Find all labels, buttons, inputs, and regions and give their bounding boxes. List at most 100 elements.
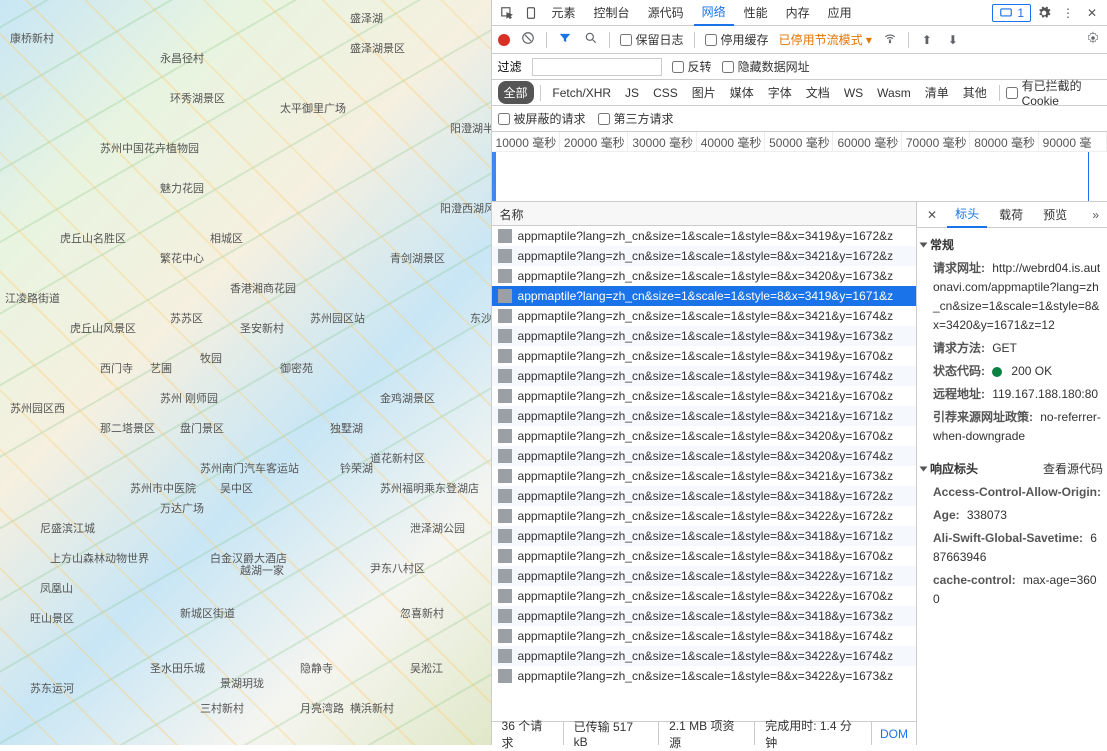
type-doc[interactable]: 文档 <box>800 81 836 104</box>
messages-badge[interactable]: 1 <box>992 4 1031 22</box>
map-label: 虎丘山风景区 <box>70 320 136 336</box>
file-icon <box>498 249 512 263</box>
upload-icon[interactable]: ⬆ <box>919 33 935 47</box>
request-row[interactable]: appmaptile?lang=zh_cn&size=1&scale=1&sty… <box>492 546 916 566</box>
request-name: appmaptile?lang=zh_cn&size=1&scale=1&sty… <box>518 449 894 463</box>
section-response-headers[interactable]: 响应标头查看源代码 <box>921 456 1103 481</box>
type-img[interactable]: 图片 <box>686 81 722 104</box>
clear-icon[interactable] <box>520 31 536 48</box>
type-manifest[interactable]: 清单 <box>919 81 955 104</box>
request-row[interactable]: appmaptile?lang=zh_cn&size=1&scale=1&sty… <box>492 486 916 506</box>
device-icon[interactable] <box>520 2 542 24</box>
request-row[interactable]: appmaptile?lang=zh_cn&size=1&scale=1&sty… <box>492 246 916 266</box>
filter-input[interactable] <box>532 58 662 76</box>
request-row[interactable]: appmaptile?lang=zh_cn&size=1&scale=1&sty… <box>492 386 916 406</box>
more-tabs-icon[interactable]: » <box>1088 208 1103 222</box>
close-detail-icon[interactable]: ✕ <box>921 208 943 222</box>
type-media[interactable]: 媒体 <box>724 81 760 104</box>
tab-payload[interactable]: 载荷 <box>991 202 1031 227</box>
request-name: appmaptile?lang=zh_cn&size=1&scale=1&sty… <box>518 329 894 343</box>
request-row[interactable]: appmaptile?lang=zh_cn&size=1&scale=1&sty… <box>492 466 916 486</box>
request-row[interactable]: appmaptile?lang=zh_cn&size=1&scale=1&sty… <box>492 666 916 686</box>
map-label: 阳澄西湖风景区 <box>440 200 491 216</box>
view-source-link[interactable]: 查看源代码 <box>1043 460 1103 477</box>
file-icon <box>498 629 512 643</box>
throttle-select[interactable]: 已停用节流模式 ▾ <box>779 31 872 48</box>
preserve-log-checkbox[interactable]: 保留日志 <box>620 31 684 48</box>
timeline-tick: 40000 毫秒 <box>697 132 765 151</box>
tab-network[interactable]: 网络 <box>694 0 734 26</box>
request-row[interactable]: appmaptile?lang=zh_cn&size=1&scale=1&sty… <box>492 406 916 426</box>
request-name: appmaptile?lang=zh_cn&size=1&scale=1&sty… <box>518 249 894 263</box>
request-row[interactable]: appmaptile?lang=zh_cn&size=1&scale=1&sty… <box>492 366 916 386</box>
invert-checkbox[interactable]: 反转 <box>672 58 712 75</box>
file-icon <box>498 609 512 623</box>
type-font[interactable]: 字体 <box>762 81 798 104</box>
file-icon <box>498 529 512 543</box>
tab-headers[interactable]: 标头 <box>947 201 987 228</box>
request-row[interactable]: appmaptile?lang=zh_cn&size=1&scale=1&sty… <box>492 646 916 666</box>
section-general[interactable]: 常规 <box>921 232 1103 257</box>
tab-preview[interactable]: 预览 <box>1035 202 1075 227</box>
filter-icon[interactable] <box>557 31 573 48</box>
settings-icon[interactable] <box>1085 31 1101 48</box>
disable-cache-checkbox[interactable]: 停用缓存 <box>705 31 769 48</box>
blocked-requests-checkbox[interactable]: 被屏蔽的请求 <box>498 110 586 127</box>
request-row[interactable]: appmaptile?lang=zh_cn&size=1&scale=1&sty… <box>492 286 916 306</box>
type-js[interactable]: JS <box>619 83 645 103</box>
request-row[interactable]: appmaptile?lang=zh_cn&size=1&scale=1&sty… <box>492 446 916 466</box>
tab-application[interactable]: 应用 <box>820 0 860 25</box>
timeline[interactable]: 10000 毫秒20000 毫秒30000 毫秒40000 毫秒50000 毫秒… <box>492 132 1107 202</box>
request-row[interactable]: appmaptile?lang=zh_cn&size=1&scale=1&sty… <box>492 426 916 446</box>
map-label: 江凌路街道 <box>5 290 60 306</box>
kebab-icon[interactable]: ⋮ <box>1057 2 1079 24</box>
blocked-cookie-checkbox[interactable]: 有已拦截的 Cookie <box>1006 77 1101 108</box>
third-party-checkbox[interactable]: 第三方请求 <box>598 110 674 127</box>
tab-elements[interactable]: 元素 <box>544 0 584 25</box>
column-name[interactable]: 名称 <box>492 202 916 226</box>
request-row[interactable]: appmaptile?lang=zh_cn&size=1&scale=1&sty… <box>492 346 916 366</box>
map-label: 盘门景区 <box>180 420 224 436</box>
request-row[interactable]: appmaptile?lang=zh_cn&size=1&scale=1&sty… <box>492 226 916 246</box>
type-css[interactable]: CSS <box>647 83 684 103</box>
type-other[interactable]: 其他 <box>957 81 993 104</box>
type-ws[interactable]: WS <box>838 83 869 103</box>
file-icon <box>498 409 512 423</box>
inspect-icon[interactable] <box>496 2 518 24</box>
map-label: 三村新村 <box>200 700 244 716</box>
status-dot-icon <box>992 367 1002 377</box>
map-label: 圣水田乐城 <box>150 660 205 676</box>
type-wasm[interactable]: Wasm <box>871 83 917 103</box>
download-icon[interactable]: ⬇ <box>945 33 961 47</box>
type-fetch[interactable]: Fetch/XHR <box>546 83 617 103</box>
request-row[interactable]: appmaptile?lang=zh_cn&size=1&scale=1&sty… <box>492 506 916 526</box>
divider <box>999 85 1000 101</box>
type-all[interactable]: 全部 <box>498 81 534 104</box>
request-row[interactable]: appmaptile?lang=zh_cn&size=1&scale=1&sty… <box>492 626 916 646</box>
hide-dataurl-checkbox[interactable]: 隐藏数据网址 <box>722 58 810 75</box>
tab-performance[interactable]: 性能 <box>736 0 776 25</box>
request-row[interactable]: appmaptile?lang=zh_cn&size=1&scale=1&sty… <box>492 326 916 346</box>
map-label: 越湖一家 <box>240 562 284 578</box>
wifi-icon[interactable] <box>882 31 898 48</box>
file-icon <box>498 469 512 483</box>
file-icon <box>498 329 512 343</box>
tab-memory[interactable]: 内存 <box>778 0 818 25</box>
general-referrer: 引荐来源网址政策: no-referrer-when-downgrade <box>921 406 1103 448</box>
timeline-tick: 20000 毫秒 <box>560 132 628 151</box>
request-row[interactable]: appmaptile?lang=zh_cn&size=1&scale=1&sty… <box>492 586 916 606</box>
request-row[interactable]: appmaptile?lang=zh_cn&size=1&scale=1&sty… <box>492 306 916 326</box>
request-name: appmaptile?lang=zh_cn&size=1&scale=1&sty… <box>518 409 894 423</box>
tab-console[interactable]: 控制台 <box>586 0 638 25</box>
request-row[interactable]: appmaptile?lang=zh_cn&size=1&scale=1&sty… <box>492 266 916 286</box>
close-icon[interactable]: ✕ <box>1081 2 1103 24</box>
map-canvas[interactable]: 康桥新村盛泽湖永昌径村盛泽湖景区环秀湖景区太平御里广场苏州中国花卉植物园阳澄湖半… <box>0 0 491 745</box>
search-icon[interactable] <box>583 31 599 48</box>
gear-icon[interactable] <box>1033 2 1055 24</box>
map-label: 苏州市中医院 <box>130 480 196 496</box>
request-row[interactable]: appmaptile?lang=zh_cn&size=1&scale=1&sty… <box>492 566 916 586</box>
request-row[interactable]: appmaptile?lang=zh_cn&size=1&scale=1&sty… <box>492 606 916 626</box>
record-icon[interactable] <box>498 34 510 46</box>
request-row[interactable]: appmaptile?lang=zh_cn&size=1&scale=1&sty… <box>492 526 916 546</box>
tab-sources[interactable]: 源代码 <box>640 0 692 25</box>
